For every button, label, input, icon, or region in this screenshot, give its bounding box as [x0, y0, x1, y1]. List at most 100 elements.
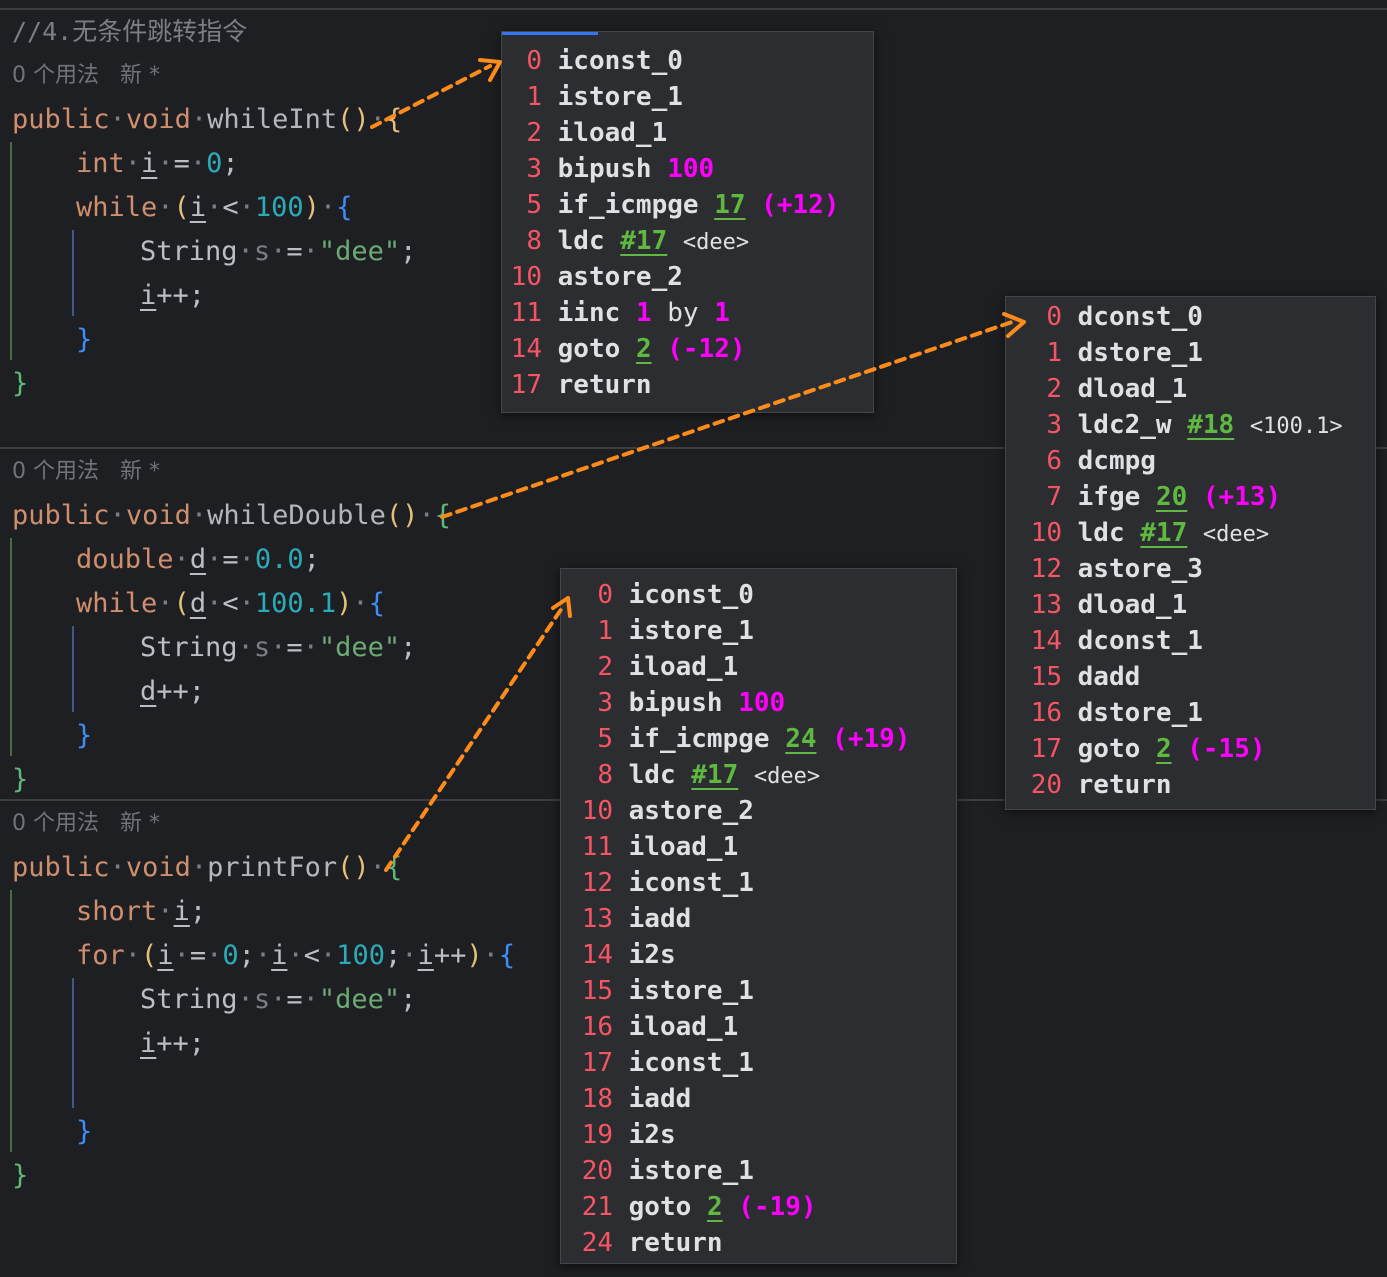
bytecode-offset: 1: [597, 616, 613, 646]
bytecode-row: 21 goto 2 (-19): [569, 1189, 910, 1225]
bytecode-operand: 1: [635, 298, 652, 328]
bytecode-popup-printFor[interactable]: 0 iconst_0 1 istore_1 2 iload_1 3 bipush 10…: [560, 568, 957, 1264]
method-signature-printFor[interactable]: public·void·printFor()·{: [12, 846, 402, 890]
bytecode-offset: 3: [1046, 410, 1062, 440]
bytecode-offset: 13: [1030, 590, 1062, 620]
bytecode-opcode: return: [557, 370, 652, 400]
bytecode-opcode: dcmpg: [1077, 446, 1156, 476]
bytecode-row: 5 if_icmpge 24 (+19): [569, 721, 910, 757]
code-line-string[interactable]: String·s·=·"dee";: [140, 626, 416, 670]
bytecode-row: 16 dstore_1: [1018, 695, 1343, 731]
bytecode-opcode: goto: [557, 334, 621, 364]
bytecode-opcode: ifge: [1077, 482, 1141, 512]
bytecode-operand[interactable]: #17: [1140, 518, 1187, 548]
bytecode-operand: <100.1>: [1249, 414, 1343, 439]
usages-hint[interactable]: 0 个用法 新 *: [12, 450, 160, 494]
code-line-string[interactable]: String·s·=·"dee";: [140, 230, 416, 274]
bytecode-row: 24 return: [569, 1225, 910, 1261]
bytecode-operand[interactable]: 2: [1156, 734, 1172, 764]
bytecode-popup-whileDouble[interactable]: 0 dconst_0 1 dstore_1 2 dload_1 3 ldc2_w #1…: [1005, 296, 1376, 810]
code-line-decl[interactable]: short·i;: [76, 890, 206, 934]
bytecode-opcode: dload_1: [1077, 374, 1188, 404]
bytecode-opcode: iconst_1: [628, 1048, 754, 1078]
bytecode-offset: 1: [526, 82, 542, 112]
indent-guide: [72, 626, 74, 712]
bytecode-offset: 5: [597, 724, 613, 754]
bytecode-list: 0 iconst_0 1 istore_1 2 iload_1 3 bipush 10…: [508, 43, 840, 403]
bytecode-offset: 2: [1046, 374, 1062, 404]
bytecode-opcode: iconst_0: [557, 46, 683, 76]
bytecode-row: 15 dadd: [1018, 659, 1343, 695]
indent-guide: [72, 230, 74, 316]
inner-close-brace: }: [76, 1116, 93, 1147]
bytecode-opcode: bipush: [557, 154, 652, 184]
bytecode-opcode: dconst_0: [1077, 302, 1203, 332]
code-line-for[interactable]: for·(i·=·0;·i·<·100;·i++)·{: [76, 934, 515, 978]
bytecode-opcode: i2s: [628, 940, 676, 970]
bytecode-opcode: iconst_1: [628, 868, 754, 898]
code-line-increment[interactable]: i++;: [140, 274, 205, 318]
bytecode-opcode: iload_1: [557, 118, 668, 148]
bytecode-opcode: astore_3: [1077, 554, 1203, 584]
bytecode-opcode: dstore_1: [1077, 338, 1203, 368]
bytecode-offset: 7: [1046, 482, 1062, 512]
inner-close-brace: }: [76, 720, 93, 751]
usages-hint[interactable]: 0 个用法 新 *: [12, 802, 160, 846]
bytecode-offset: 14: [1030, 626, 1062, 656]
code-line-decl[interactable]: double·d·=·0.0;: [76, 538, 320, 582]
bytecode-opcode: return: [628, 1228, 723, 1258]
bytecode-opcode: dload_1: [1077, 590, 1188, 620]
bytecode-operand[interactable]: 17: [714, 190, 745, 220]
bytecode-operand[interactable]: 2: [636, 334, 652, 364]
code-line-increment[interactable]: d++;: [140, 670, 205, 714]
bytecode-opcode: i2s: [628, 1120, 676, 1150]
bytecode-operand[interactable]: 2: [707, 1192, 723, 1222]
bytecode-opcode: goto: [628, 1192, 692, 1222]
bytecode-popup-whileInt[interactable]: 0 iconst_0 1 istore_1 2 iload_1 3 bipush 10…: [501, 31, 874, 413]
bytecode-operand: <dee>: [682, 230, 750, 255]
arrowhead-whileInt: [478, 58, 502, 82]
bytecode-opcode: iload_1: [628, 652, 739, 682]
code-line-while[interactable]: while·(d·<·100.1)·{: [76, 582, 385, 626]
usages-hint[interactable]: 0 个用法 新 *: [12, 54, 160, 98]
bytecode-offset: 11: [510, 298, 542, 328]
bytecode-offset: 20: [581, 1156, 613, 1186]
bytecode-opcode: istore_1: [557, 82, 683, 112]
bytecode-operand[interactable]: #18: [1187, 410, 1234, 440]
bytecode-operand[interactable]: 20: [1156, 482, 1187, 512]
bytecode-offset: 17: [1030, 734, 1062, 764]
bytecode-offset: 15: [581, 976, 613, 1006]
bytecode-operand: (-12): [667, 334, 746, 364]
bytecode-row: 10 astore_2: [508, 259, 839, 295]
bytecode-operand[interactable]: #17: [691, 760, 738, 790]
bytecode-opcode: astore_2: [557, 262, 683, 292]
bytecode-operand[interactable]: #17: [620, 226, 667, 256]
bytecode-row: 18 iadd: [569, 1081, 910, 1117]
code-line-increment[interactable]: i++;: [140, 1022, 205, 1066]
bytecode-offset: 10: [581, 796, 613, 826]
bytecode-offset: 5: [526, 190, 542, 220]
bytecode-offset: 10: [1030, 518, 1062, 548]
bytecode-operand: (+13): [1202, 482, 1282, 512]
bytecode-operand[interactable]: 24: [785, 724, 816, 754]
bytecode-row: 17 iconst_1: [569, 1045, 910, 1081]
section-comment: //4.无条件跳转指令: [12, 17, 248, 46]
bytecode-operand: (+19): [832, 724, 911, 754]
bytecode-opcode: ldc: [557, 226, 605, 256]
bytecode-row: 16 iload_1: [569, 1009, 910, 1045]
bytecode-operand: <dee>: [1202, 522, 1270, 547]
code-line-decl[interactable]: int·i·=·0;: [76, 142, 239, 186]
bytecode-operand: by: [667, 298, 699, 328]
bytecode-operand: 100: [667, 154, 715, 184]
bytecode-opcode: astore_2: [628, 796, 754, 826]
method-signature-whileDouble[interactable]: public·void·whileDouble()·{: [12, 494, 451, 538]
bytecode-opcode: if_icmpge: [628, 724, 770, 754]
code-line-string[interactable]: String·s·=·"dee";: [140, 978, 416, 1022]
bytecode-offset: 10: [510, 262, 542, 292]
bytecode-row: 17 return: [508, 367, 839, 403]
code-line-while[interactable]: while·(i·<·100)·{: [76, 186, 352, 230]
bytecode-row: 14 i2s: [569, 937, 910, 973]
bytecode-operand: (+12): [761, 190, 840, 220]
bytecode-row: 10 astore_2: [569, 793, 910, 829]
method-signature-whileInt[interactable]: public·void·whileInt()·{: [12, 98, 402, 142]
